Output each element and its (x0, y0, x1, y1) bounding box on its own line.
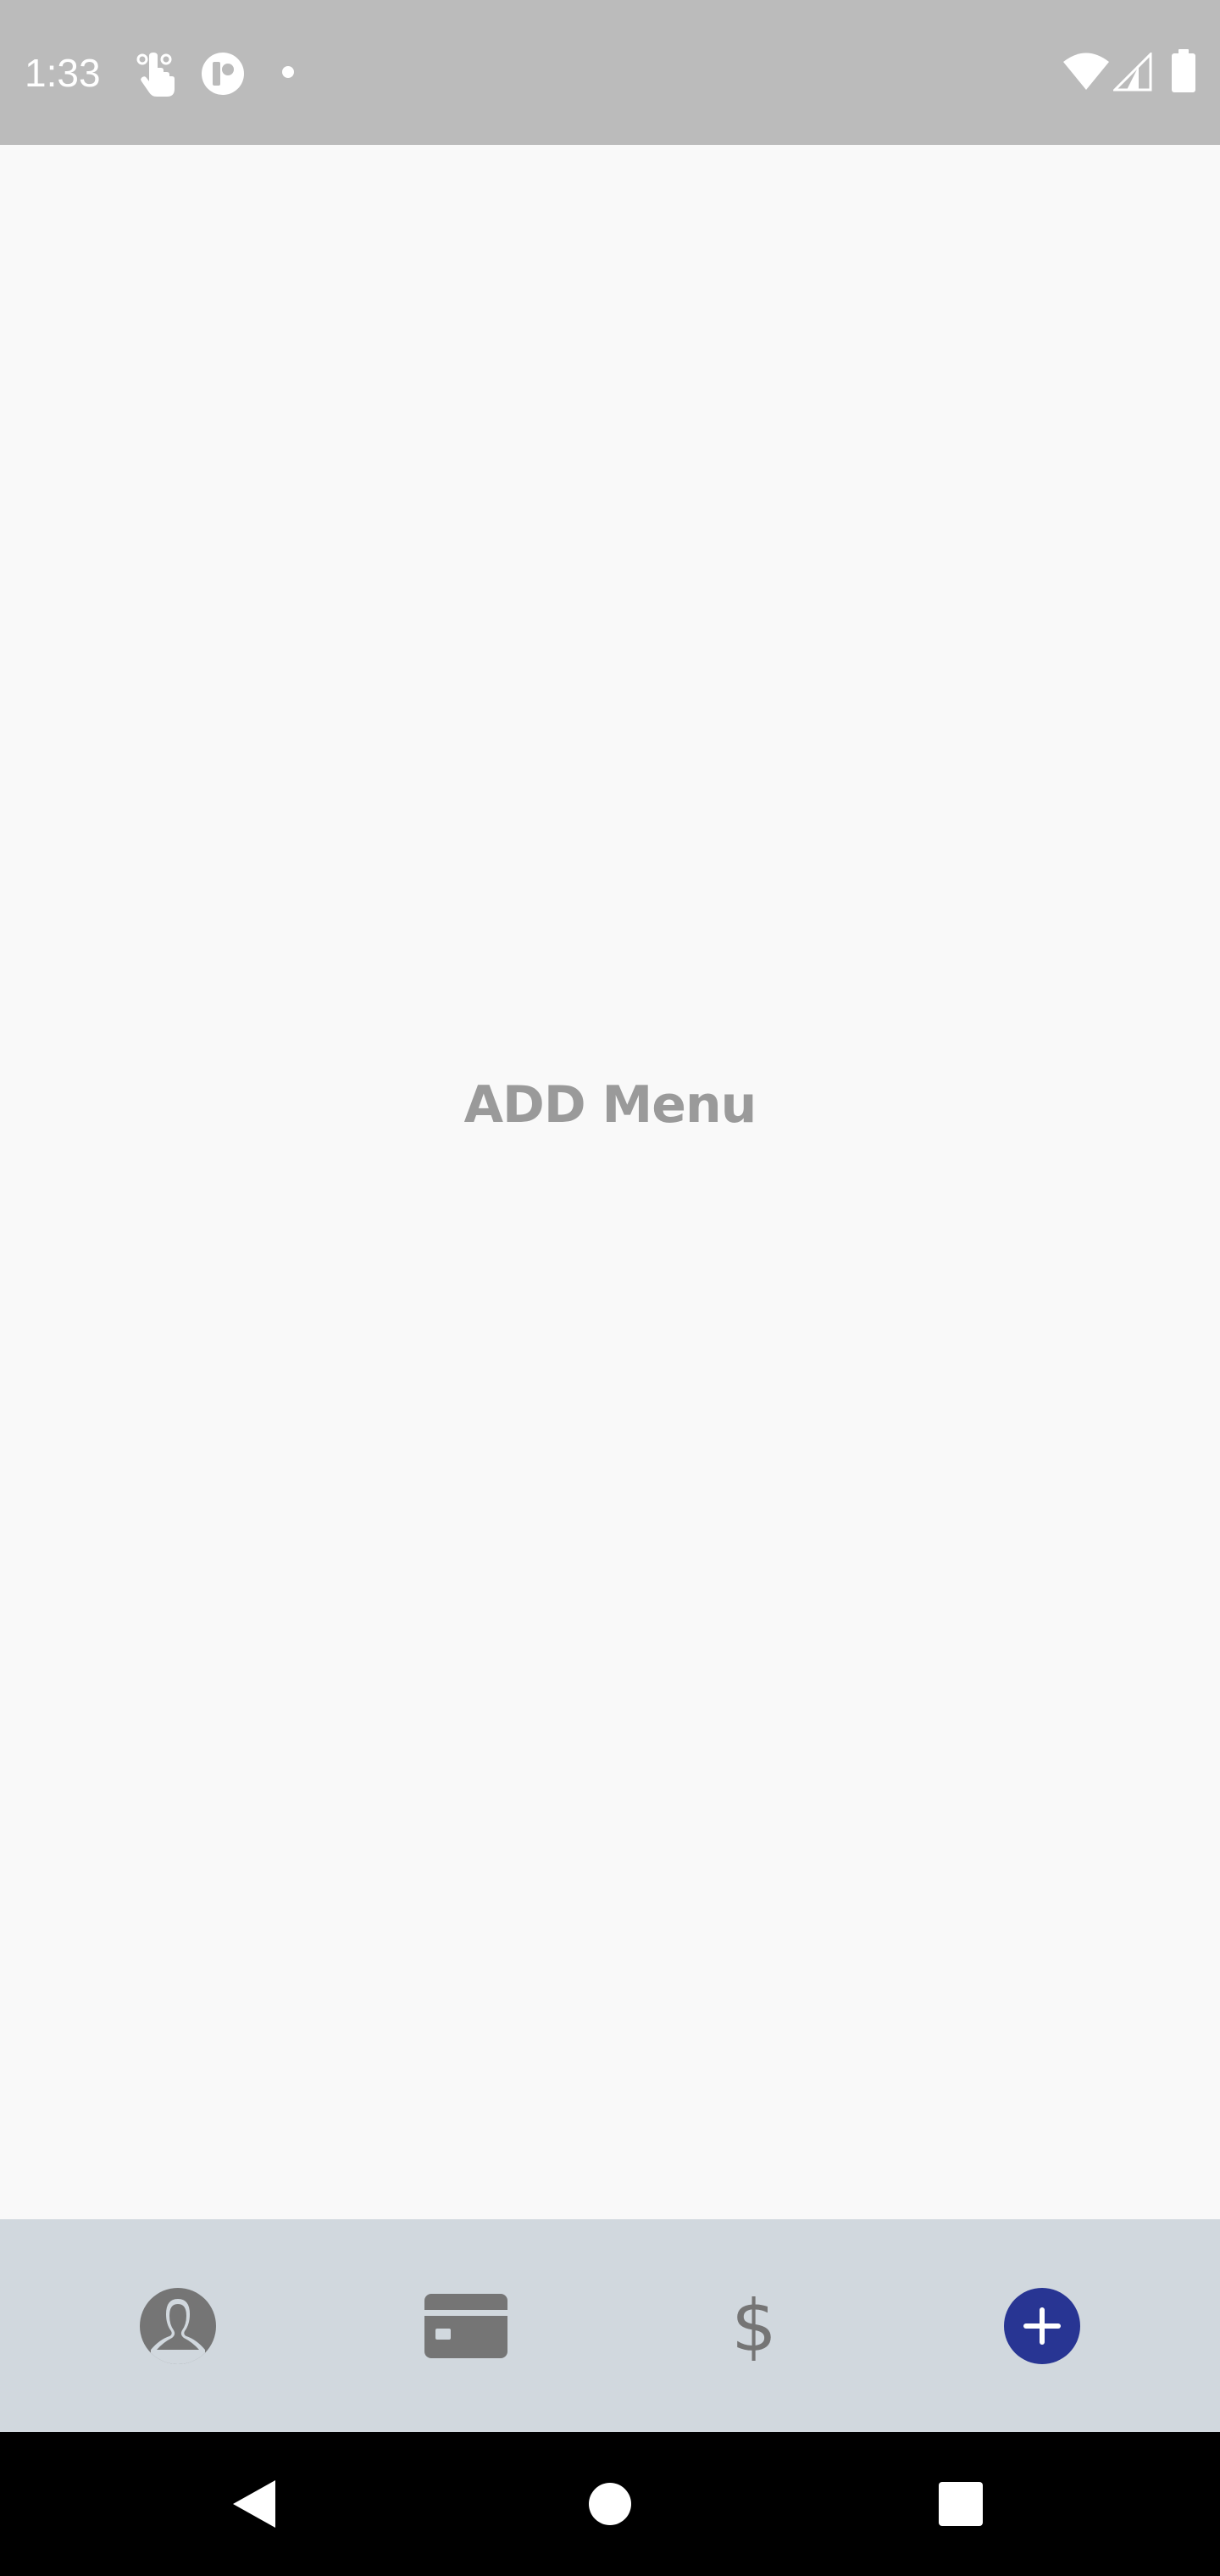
nav-item-cards[interactable] (322, 2219, 610, 2432)
nav-item-add[interactable] (898, 2219, 1186, 2432)
app-status-icon (202, 53, 244, 95)
home-icon (589, 2483, 631, 2525)
notification-dot-icon (282, 66, 294, 78)
recents-button[interactable] (876, 2432, 1045, 2576)
wifi-icon (1063, 53, 1109, 90)
dollar-icon: $ (731, 2284, 777, 2368)
system-navigation-bar (0, 2432, 1220, 2576)
profile-icon (140, 2287, 216, 2364)
cell-signal-icon (1113, 53, 1152, 92)
nav-item-profile[interactable] (34, 2219, 322, 2432)
status-bar: 1:33 (0, 0, 1220, 145)
main-content: ADD Menu (0, 145, 1220, 2219)
status-time: 1:33 (25, 51, 101, 95)
battery-icon (1172, 49, 1195, 92)
bottom-navigation: $ (0, 2219, 1220, 2432)
add-circle-icon (1004, 2287, 1080, 2364)
nav-item-payments[interactable]: $ (610, 2219, 898, 2432)
credit-card-icon (424, 2293, 507, 2358)
back-icon (233, 2480, 275, 2528)
recents-icon (939, 2482, 983, 2526)
page-title: ADD Menu (463, 1075, 757, 1135)
touch-gesture-icon (136, 53, 175, 97)
back-button[interactable] (169, 2432, 339, 2576)
app-screen: 1:33 ADD Menu $ (0, 0, 1220, 2576)
home-button[interactable] (525, 2432, 695, 2576)
